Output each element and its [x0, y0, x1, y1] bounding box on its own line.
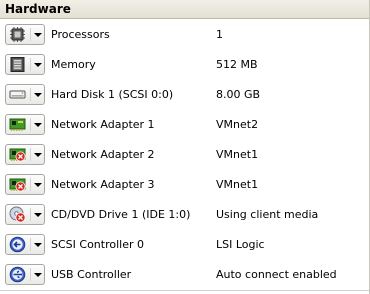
- usb-controller-icon: [9, 266, 26, 283]
- chevron-down-icon: [34, 63, 42, 67]
- cd-dvd-disconnected-icon: [9, 206, 26, 223]
- device-name: Network Adapter 3: [51, 178, 155, 191]
- memory-icon: [9, 56, 26, 73]
- device-value: Auto connect enabled: [216, 268, 337, 281]
- device-row-usb-controller: USB Controller Auto connect enabled: [0, 260, 369, 290]
- device-menu-button[interactable]: [5, 264, 45, 285]
- device-row-cd-dvd-drive: CD/DVD Drive 1 (IDE 1:0) Using client me…: [0, 200, 369, 230]
- device-row-scsi-controller: SCSI Controller 0 LSI Logic: [0, 230, 369, 260]
- device-name: Hard Disk 1 (SCSI 0:0): [51, 88, 174, 101]
- button-divider: [30, 208, 31, 221]
- network-adapter-disconnected-icon: [9, 146, 26, 163]
- button-divider: [30, 178, 31, 191]
- chevron-down-icon: [34, 153, 42, 157]
- device-value: Using client media: [216, 208, 319, 221]
- chevron-down-icon: [34, 93, 42, 97]
- device-value: 1: [216, 28, 223, 41]
- section-title: Hardware: [5, 2, 71, 16]
- device-row-network-adapter-1: Network Adapter 1 VMnet2: [0, 110, 369, 140]
- button-divider: [30, 148, 31, 161]
- processor-icon: [9, 26, 26, 43]
- device-name: Network Adapter 1: [51, 118, 155, 131]
- button-divider: [30, 238, 31, 251]
- device-value: 8.00 GB: [216, 88, 261, 101]
- device-value: VMnet1: [216, 178, 259, 191]
- section-header: Hardware: [0, 0, 369, 19]
- device-menu-button[interactable]: [5, 114, 45, 135]
- button-divider: [30, 268, 31, 281]
- hardware-panel: Hardware Processors 1 Memory 512 MB Hard…: [0, 0, 370, 294]
- button-divider: [30, 88, 31, 101]
- button-divider: [30, 28, 31, 41]
- hard-disk-icon: [9, 86, 26, 103]
- device-menu-button[interactable]: [5, 234, 45, 255]
- device-value: 512 MB: [216, 58, 258, 71]
- divider: [0, 290, 369, 291]
- device-name: USB Controller: [51, 268, 132, 281]
- chevron-down-icon: [34, 213, 42, 217]
- device-value: VMnet1: [216, 148, 259, 161]
- chevron-down-icon: [34, 243, 42, 247]
- network-adapter-disconnected-icon: [9, 176, 26, 193]
- device-value: LSI Logic: [216, 238, 265, 251]
- scsi-controller-icon: [9, 236, 26, 253]
- network-adapter-icon: [9, 116, 26, 133]
- device-name: SCSI Controller 0: [51, 238, 144, 251]
- device-row-network-adapter-2: Network Adapter 2 VMnet1: [0, 140, 369, 170]
- device-menu-button[interactable]: [5, 174, 45, 195]
- device-menu-button[interactable]: [5, 204, 45, 225]
- device-row-hard-disk: Hard Disk 1 (SCSI 0:0) 8.00 GB: [0, 80, 369, 110]
- device-menu-button[interactable]: [5, 24, 45, 45]
- device-menu-button[interactable]: [5, 54, 45, 75]
- device-row-network-adapter-3: Network Adapter 3 VMnet1: [0, 170, 369, 200]
- device-value: VMnet2: [216, 118, 259, 131]
- chevron-down-icon: [34, 123, 42, 127]
- chevron-down-icon: [34, 183, 42, 187]
- device-list: Processors 1 Memory 512 MB Hard Disk 1 (…: [0, 20, 369, 290]
- button-divider: [30, 58, 31, 71]
- device-name: CD/DVD Drive 1 (IDE 1:0): [51, 208, 191, 221]
- chevron-down-icon: [34, 273, 42, 277]
- device-name: Processors: [51, 28, 110, 41]
- device-name: Memory: [51, 58, 96, 71]
- device-menu-button[interactable]: [5, 84, 45, 105]
- device-name: Network Adapter 2: [51, 148, 155, 161]
- chevron-down-icon: [34, 33, 42, 37]
- device-menu-button[interactable]: [5, 144, 45, 165]
- button-divider: [30, 118, 31, 131]
- device-row-processors: Processors 1: [0, 20, 369, 50]
- device-row-memory: Memory 512 MB: [0, 50, 369, 80]
